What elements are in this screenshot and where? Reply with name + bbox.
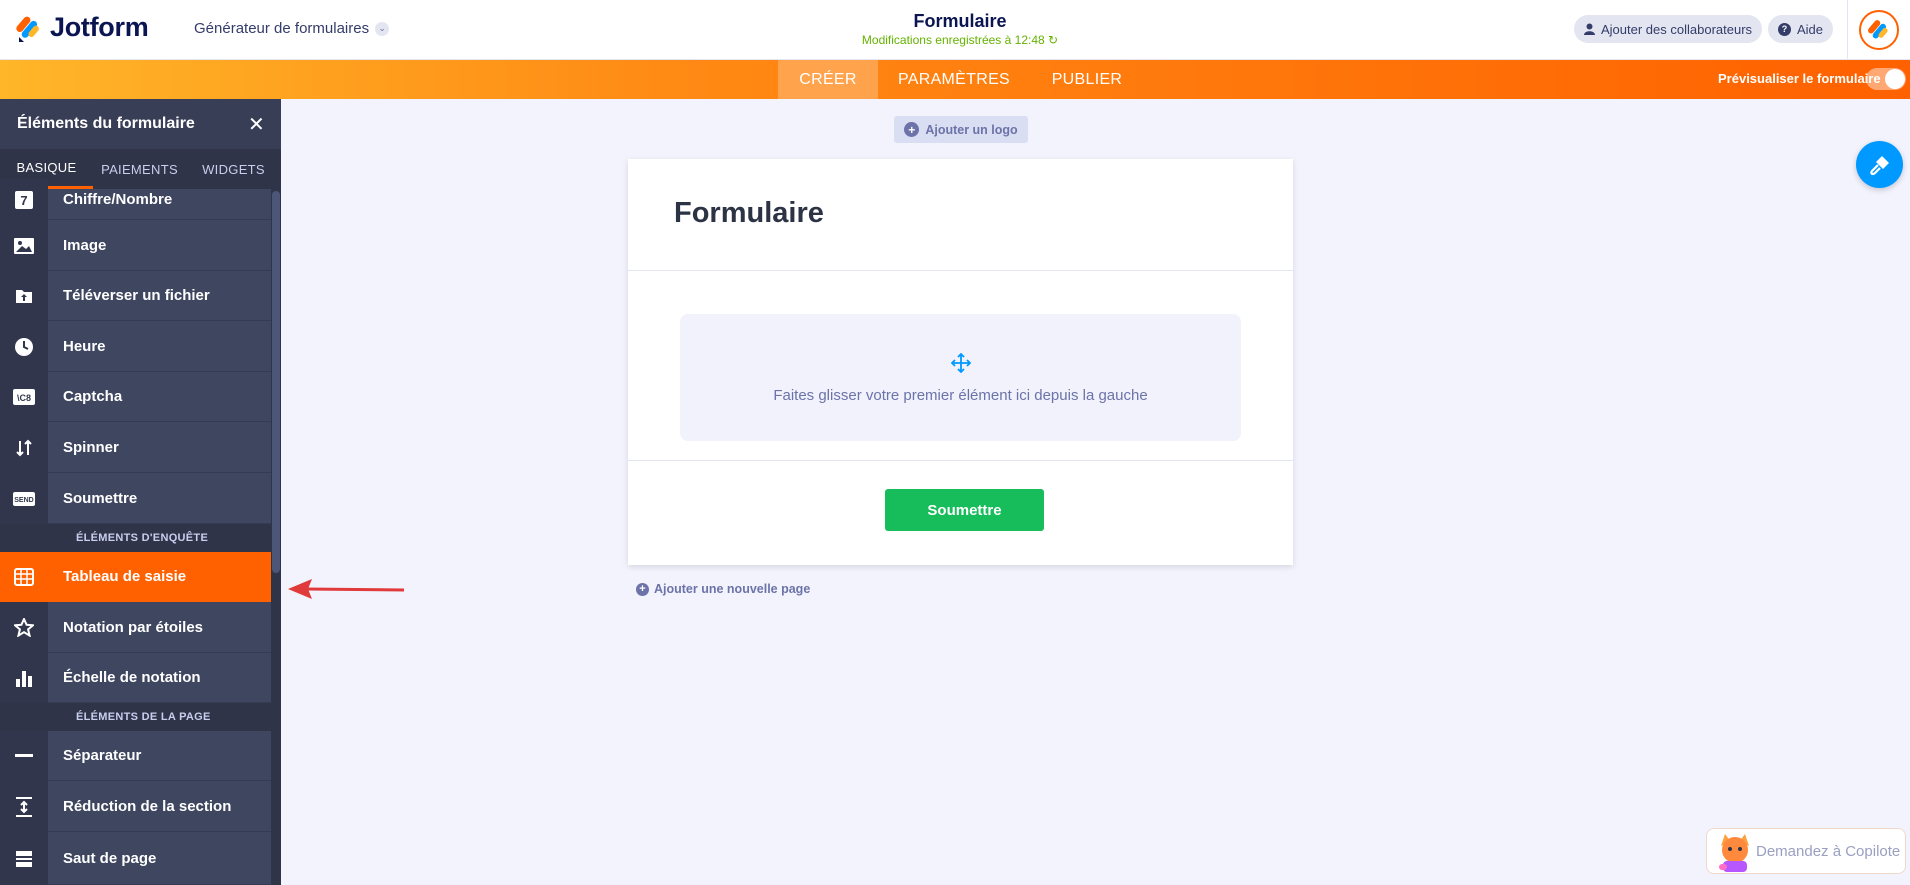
number-icon: 7 — [0, 179, 48, 220]
element-label: Téléverser un fichier — [48, 271, 271, 321]
element-label: Échelle de notation — [48, 653, 271, 703]
add-collaborators-button[interactable]: Ajouter des collaborateurs — [1574, 15, 1763, 43]
bar-chart-icon — [0, 653, 48, 703]
help-button[interactable]: ? Aide — [1768, 15, 1834, 43]
element-scale-rating[interactable]: Échelle de notation — [0, 653, 271, 703]
clock-icon — [0, 321, 48, 372]
element-label: Saut de page — [48, 832, 271, 885]
jotform-builder: Jotform Générateur de formulaires ⌄ Form… — [0, 0, 1910, 885]
form-heading[interactable]: Formulaire — [674, 197, 824, 230]
element-star-rating[interactable]: Notation par étoiles — [0, 602, 271, 653]
element-number[interactable]: 7 Chiffre/Nombre — [0, 179, 271, 220]
element-page-break[interactable]: Saut de page — [0, 832, 271, 885]
element-label: Heure — [48, 321, 271, 372]
page-break-icon — [0, 832, 48, 885]
svg-text:SEND: SEND — [14, 497, 33, 504]
account-menu[interactable] — [1847, 0, 1910, 60]
toggle-knob — [1885, 69, 1905, 89]
element-submit[interactable]: SEND Soumettre — [0, 473, 271, 524]
add-page-label: Ajouter une nouvelle page — [654, 582, 811, 596]
file-upload-icon — [0, 271, 48, 321]
refresh-icon: ↻ — [1048, 33, 1059, 47]
submit-button[interactable]: Soumettre — [885, 489, 1044, 531]
element-label: Notation par étoiles — [48, 602, 271, 653]
copilot-label: Demandez à Copilote — [1756, 843, 1901, 860]
section-survey-elements: ÉLÉMENTS D'ENQUÊTE — [0, 524, 271, 552]
send-icon: SEND — [0, 473, 48, 524]
avatar-logo-icon — [1868, 20, 1888, 39]
divider — [628, 460, 1293, 461]
element-divider[interactable]: Séparateur — [0, 731, 271, 781]
element-label: Soumettre — [48, 473, 271, 524]
element-label: Tableau de saisie — [48, 552, 271, 602]
svg-text:7: 7 — [20, 193, 27, 208]
help-label: Aide — [1797, 21, 1824, 37]
copilot-button[interactable]: Demandez à Copilote — [1706, 828, 1906, 874]
element-spinner[interactable]: Spinner — [0, 422, 271, 473]
copilot-mascot-icon — [1719, 834, 1749, 872]
element-file-upload[interactable]: Téléverser un fichier — [0, 271, 271, 321]
element-time[interactable]: Heure — [0, 321, 271, 372]
add-page-button[interactable]: + Ajouter une nouvelle page — [636, 582, 810, 596]
top-header: Jotform Générateur de formulaires ⌄ Form… — [0, 0, 1910, 60]
form-elements-panel: Éléments du formulaire ✕ BASIQUE PAIEMEN… — [0, 99, 281, 885]
element-label: Séparateur — [48, 731, 271, 781]
drop-zone[interactable]: Faites glisser votre premier élément ici… — [680, 314, 1241, 441]
element-label: Spinner — [48, 422, 271, 473]
preview-toggle[interactable] — [1866, 68, 1906, 90]
paint-roller-icon — [1869, 155, 1889, 175]
main-tab-bar: CRÉER PARAMÈTRES PUBLIER — [0, 60, 1910, 99]
add-collaborators-label: Ajouter des collaborateurs — [1601, 21, 1753, 37]
tab-create[interactable]: CRÉER — [778, 60, 878, 99]
close-icon[interactable]: ✕ — [248, 112, 265, 137]
element-label: Réduction de la section — [48, 781, 271, 832]
captcha-icon: \C8 — [0, 372, 48, 422]
element-section-collapse[interactable]: Réduction de la section — [0, 781, 271, 832]
form-designer-button[interactable] — [1856, 141, 1903, 188]
collapse-icon — [0, 781, 48, 832]
panel-header: Éléments du formulaire ✕ — [0, 99, 281, 149]
tab-settings[interactable]: PARAMÈTRES — [888, 60, 1020, 99]
spinner-icon — [0, 422, 48, 473]
image-icon — [0, 220, 48, 271]
drop-hint: Faites glisser votre premier élément ici… — [773, 387, 1148, 404]
divider — [628, 270, 1293, 271]
form-card: Formulaire Faites glisser votre premier … — [628, 159, 1293, 565]
element-input-table[interactable]: Tableau de saisie — [0, 552, 271, 602]
help-icon: ? — [1778, 22, 1791, 36]
star-icon — [0, 602, 48, 653]
annotation-arrow — [288, 579, 405, 599]
svg-text:\C8: \C8 — [17, 393, 31, 403]
move-icon — [951, 353, 971, 373]
plus-icon: + — [636, 582, 649, 596]
element-image[interactable]: Image — [0, 220, 271, 271]
panel-scroll-thumb[interactable] — [272, 191, 280, 573]
preview-label: Prévisualiser le formulaire — [1718, 71, 1881, 86]
element-captcha[interactable]: \C8 Captcha — [0, 372, 271, 422]
element-label: Image — [48, 220, 271, 271]
panel-title: Éléments du formulaire — [17, 115, 195, 132]
add-logo-label: Ajouter un logo — [925, 122, 1018, 137]
user-icon — [1584, 23, 1595, 35]
add-logo-button[interactable]: + Ajouter un logo — [894, 116, 1028, 143]
saved-status-text: Modifications enregistrées à 12:48 — [861, 33, 1045, 47]
tab-publish[interactable]: PUBLIER — [1040, 60, 1134, 99]
plus-icon: + — [904, 122, 920, 137]
element-label: Chiffre/Nombre — [48, 179, 271, 220]
divider-icon — [0, 731, 48, 781]
section-page-elements: ÉLÉMENTS DE LA PAGE — [0, 703, 271, 731]
element-label: Captcha — [48, 372, 271, 422]
table-icon — [0, 552, 48, 602]
avatar — [1859, 10, 1899, 50]
